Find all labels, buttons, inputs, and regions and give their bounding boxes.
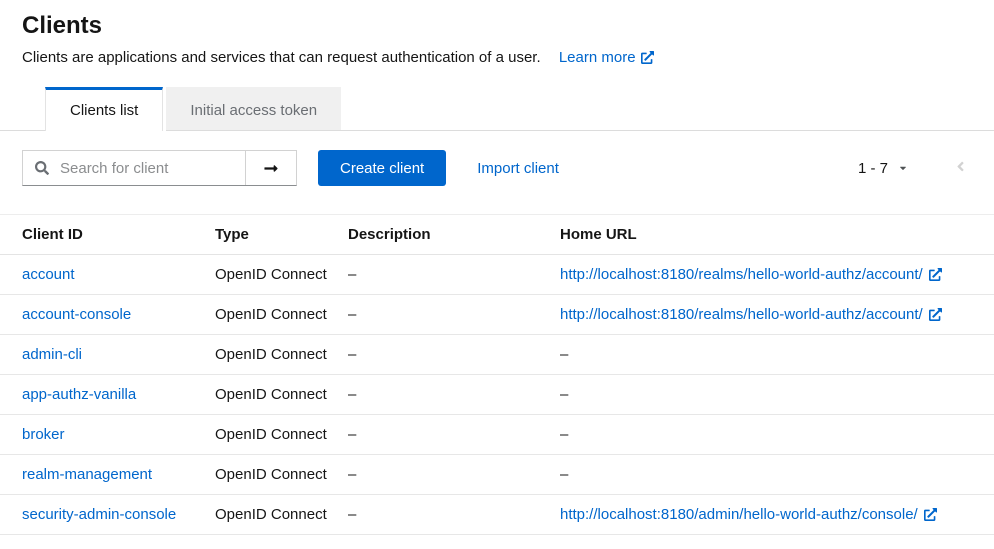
external-link-icon: [929, 268, 942, 281]
tab-clients-list-label: Clients list: [70, 102, 138, 119]
client-type: OpenID Connect: [215, 266, 327, 283]
tab-clients-list[interactable]: Clients list: [45, 87, 163, 131]
page-header: Clients Clients are applications and ser…: [0, 0, 994, 66]
client-description: –: [348, 266, 356, 283]
tab-initial-access-token[interactable]: Initial access token: [166, 87, 341, 131]
column-header-type: Type: [215, 215, 348, 255]
home-url-empty: –: [560, 346, 568, 363]
arrow-right-icon: [263, 161, 279, 176]
client-type: OpenID Connect: [215, 386, 327, 403]
client-id-link[interactable]: app-authz-vanilla: [22, 386, 136, 403]
search-input[interactable]: [58, 159, 245, 178]
table-row: app-authz-vanilla OpenID Connect – –: [0, 375, 994, 415]
client-id-link[interactable]: admin-cli: [22, 346, 82, 363]
client-description: –: [348, 506, 356, 523]
table-row: account OpenID Connect – http://localhos…: [0, 255, 994, 295]
home-url-empty: –: [560, 426, 568, 443]
external-link-icon: [641, 51, 654, 64]
search-group: [22, 150, 297, 186]
column-header-home-url: Home URL: [560, 215, 994, 255]
caret-down-icon: [898, 163, 908, 173]
client-type: OpenID Connect: [215, 346, 327, 363]
tabs-trailing-spacer: [341, 87, 994, 131]
client-type: OpenID Connect: [215, 306, 327, 323]
learn-more-label: Learn more: [559, 49, 636, 66]
client-type: OpenID Connect: [215, 426, 327, 443]
learn-more-link[interactable]: Learn more: [559, 49, 654, 66]
table-row: broker OpenID Connect – –: [0, 415, 994, 455]
home-url-link[interactable]: http://localhost:8180/realms/hello-world…: [560, 306, 942, 323]
create-client-button[interactable]: Create client: [318, 150, 446, 186]
column-header-description: Description: [348, 215, 560, 255]
client-id-link[interactable]: realm-management: [22, 466, 152, 483]
table-row: admin-cli OpenID Connect – –: [0, 335, 994, 375]
pagination-prev-button[interactable]: [956, 159, 965, 177]
pagination-range-dropdown[interactable]: 1 - 7: [858, 160, 908, 177]
client-type: OpenID Connect: [215, 466, 327, 483]
toolbar: Create client Import client 1 - 7: [0, 131, 994, 186]
client-description: –: [348, 346, 356, 363]
client-description: –: [348, 466, 356, 483]
external-link-icon: [924, 508, 937, 521]
table-row: realm-management OpenID Connect – –: [0, 455, 994, 495]
column-header-client-id: Client ID: [0, 215, 215, 255]
table-row: security-admin-console OpenID Connect – …: [0, 495, 994, 535]
search-icon: [35, 161, 49, 175]
page-title: Clients: [22, 12, 970, 40]
home-url-link[interactable]: http://localhost:8180/realms/hello-world…: [560, 266, 942, 283]
tabs-leading-spacer: [0, 87, 45, 131]
search-submit-button[interactable]: [245, 151, 296, 185]
tabs-bar: Clients list Initial access token: [0, 87, 994, 131]
chevron-left-icon: [956, 159, 965, 174]
client-id-link[interactable]: broker: [22, 426, 65, 443]
pagination-range-label: 1 - 7: [858, 160, 888, 177]
page-subtitle: Clients are applications and services th…: [22, 49, 970, 66]
tab-initial-access-token-label: Initial access token: [190, 102, 317, 119]
client-id-link[interactable]: security-admin-console: [22, 506, 176, 523]
home-url-empty: –: [560, 466, 568, 483]
client-description: –: [348, 386, 356, 403]
client-type: OpenID Connect: [215, 506, 327, 523]
clients-page: Clients Clients are applications and ser…: [0, 0, 994, 535]
clients-table: Client ID Type Description Home URL acco…: [0, 214, 994, 535]
client-description: –: [348, 306, 356, 323]
client-description: –: [348, 426, 356, 443]
import-client-link[interactable]: Import client: [477, 160, 559, 177]
table-row: account-console OpenID Connect – http://…: [0, 295, 994, 335]
table-header-row: Client ID Type Description Home URL: [0, 215, 994, 255]
home-url-link[interactable]: http://localhost:8180/admin/hello-world-…: [560, 506, 937, 523]
client-id-link[interactable]: account: [22, 266, 75, 283]
external-link-icon: [929, 308, 942, 321]
page-description-text: Clients are applications and services th…: [22, 49, 541, 66]
client-id-link[interactable]: account-console: [22, 306, 131, 323]
home-url-empty: –: [560, 386, 568, 403]
pagination: 1 - 7: [858, 159, 970, 177]
